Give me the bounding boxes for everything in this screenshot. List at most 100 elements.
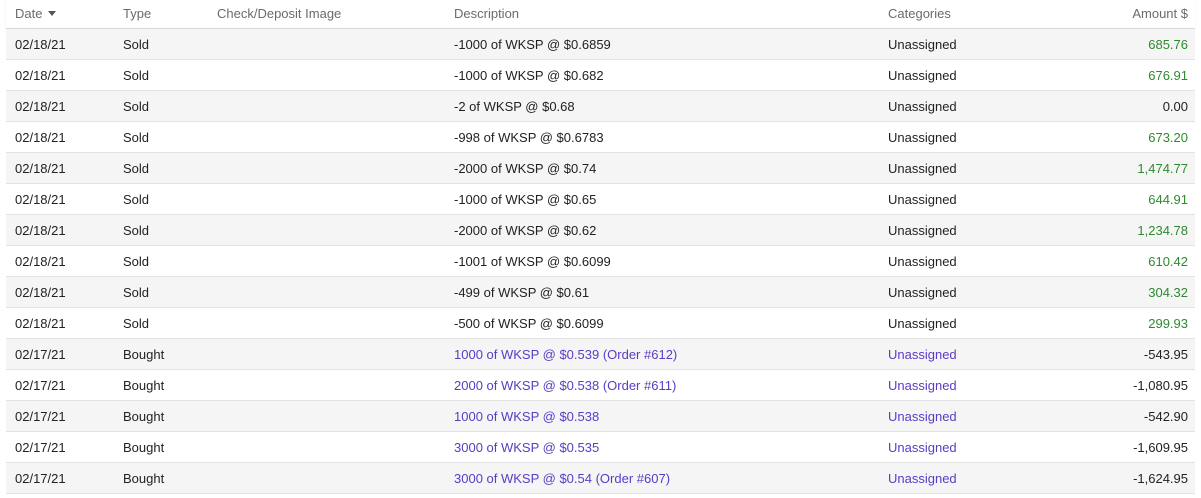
row-description-link[interactable]: 3000 of WKSP @ $0.535: [454, 432, 599, 462]
row-date: 02/18/21: [15, 129, 66, 145]
row-description: -998 of WKSP @ $0.6783: [454, 129, 604, 145]
row-category: Unassigned: [888, 191, 957, 207]
row-type: Sold: [123, 129, 150, 145]
row-amount: -1,624.95: [1133, 470, 1188, 486]
table-row[interactable]: 02/17/21 Bought 3000 of WKSP @ $0.535 Unass…: [6, 432, 1195, 463]
row-description-link[interactable]: 2000 of WKSP @ $0.538 (Order #611): [454, 370, 676, 400]
row-description-link[interactable]: 1000 of WKSP @ $0.539 (Order #612): [454, 339, 677, 369]
row-date: 02/18/21: [15, 222, 66, 238]
row-date: 02/18/21: [15, 36, 66, 52]
row-type: Bought: [123, 470, 165, 486]
row-description: -1000 of WKSP @ $0.65: [454, 191, 597, 207]
column-header-image[interactable]: Check/Deposit Image: [217, 0, 341, 27]
row-amount: -542.90: [1143, 408, 1188, 424]
row-date: 02/18/21: [15, 253, 66, 269]
row-description: -1000 of WKSP @ $0.6859: [454, 36, 611, 52]
row-amount: 1,234.78: [1137, 222, 1188, 238]
table-row[interactable]: 02/18/21 Sold -1000 of WKSP @ $0.682 Unassi…: [6, 60, 1195, 91]
row-date: 02/18/21: [15, 315, 66, 331]
row-description: -1001 of WKSP @ $0.6099: [454, 253, 611, 269]
row-category: Unassigned: [888, 315, 957, 331]
row-date: 02/18/21: [15, 67, 66, 83]
row-type: Bought: [123, 377, 165, 393]
table-body: 02/18/21 Sold -1000 of WKSP @ $0.6859 Unass…: [6, 29, 1195, 494]
table-header: Date Type Check/Deposit Image Descriptio…: [6, 0, 1195, 29]
row-amount: 304.32: [1148, 284, 1188, 300]
row-amount: 1,474.77: [1137, 160, 1188, 176]
row-category-link[interactable]: Unassigned: [888, 463, 957, 493]
row-category-link[interactable]: Unassigned: [888, 339, 957, 369]
row-description-link[interactable]: 3000 of WKSP @ $0.54 (Order #607): [454, 463, 670, 493]
table-row[interactable]: 02/17/21 Bought 2000 of WKSP @ $0.538 (Ord…: [6, 370, 1195, 401]
row-type: Sold: [123, 98, 150, 114]
column-header-type[interactable]: Type: [123, 0, 151, 27]
row-category: Unassigned: [888, 129, 957, 145]
column-header-date-label: Date: [15, 5, 43, 21]
row-category: Unassigned: [888, 98, 957, 114]
table-row[interactable]: 02/18/21 Sold -2 of WKSP @ $0.68 Unassigned…: [6, 91, 1195, 122]
row-amount: -1,609.95: [1133, 439, 1188, 455]
row-amount: 685.76: [1148, 36, 1188, 52]
row-amount: 676.91: [1148, 67, 1188, 83]
row-description: -500 of WKSP @ $0.6099: [454, 315, 604, 331]
table-row[interactable]: 02/18/21 Sold -499 of WKSP @ $0.61 Unassign…: [6, 277, 1195, 308]
row-category: Unassigned: [888, 222, 957, 238]
row-type: Sold: [123, 253, 150, 269]
table-row[interactable]: 02/18/21 Sold -1001 of WKSP @ $0.6099 Unass…: [6, 246, 1195, 277]
row-description: -2000 of WKSP @ $0.62: [454, 222, 597, 238]
row-category: Unassigned: [888, 284, 957, 300]
row-date: 02/17/21: [15, 377, 66, 393]
column-header-date[interactable]: Date: [15, 0, 57, 27]
row-type: Sold: [123, 160, 150, 176]
row-category: Unassigned: [888, 36, 957, 52]
row-category-link[interactable]: Unassigned: [888, 401, 957, 431]
row-category-link[interactable]: Unassigned: [888, 432, 957, 462]
row-type: Sold: [123, 67, 150, 83]
row-category: Unassigned: [888, 253, 957, 269]
row-type: Sold: [123, 284, 150, 300]
row-type: Sold: [123, 315, 150, 331]
row-amount: 299.93: [1148, 315, 1188, 331]
row-description: -1000 of WKSP @ $0.682: [454, 67, 604, 83]
row-amount: 0.00: [1162, 98, 1188, 114]
column-header-amount[interactable]: Amount $: [1132, 0, 1188, 27]
table-row[interactable]: 02/18/21 Sold -2000 of WKSP @ $0.74 Unassig…: [6, 153, 1195, 184]
row-type: Bought: [123, 346, 165, 362]
row-amount: -1,080.95: [1133, 377, 1188, 393]
sort-descending-icon[interactable]: [48, 11, 57, 16]
row-type: Sold: [123, 222, 150, 238]
row-category-link[interactable]: Unassigned: [888, 370, 957, 400]
row-amount: 644.91: [1148, 191, 1188, 207]
row-date: 02/17/21: [15, 346, 66, 362]
table-row[interactable]: 02/18/21 Sold -998 of WKSP @ $0.6783 Unassi…: [6, 122, 1195, 153]
row-description: -499 of WKSP @ $0.61: [454, 284, 590, 300]
table-row[interactable]: 02/18/21 Sold -1000 of WKSP @ $0.65 Unassig…: [6, 184, 1195, 215]
row-amount: -543.95: [1143, 346, 1188, 362]
row-date: 02/18/21: [15, 98, 66, 114]
row-amount: 673.20: [1148, 129, 1188, 145]
row-category: Unassigned: [888, 160, 957, 176]
row-type: Bought: [123, 408, 165, 424]
column-header-description[interactable]: Description: [454, 0, 519, 27]
transactions-table: Date Type Check/Deposit Image Descriptio…: [6, 0, 1195, 494]
row-date: 02/18/21: [15, 160, 66, 176]
row-type: Sold: [123, 191, 150, 207]
table-row[interactable]: 02/17/21 Bought 1000 of WKSP @ $0.538 Unass…: [6, 401, 1195, 432]
row-date: 02/18/21: [15, 284, 66, 300]
table-row[interactable]: 02/17/21 Bought 3000 of WKSP @ $0.54 (Orde…: [6, 463, 1195, 494]
column-header-categories[interactable]: Categories: [888, 0, 951, 27]
table-row[interactable]: 02/17/21 Bought 1000 of WKSP @ $0.539 (Ord…: [6, 339, 1195, 370]
table-row[interactable]: 02/18/21 Sold -2000 of WKSP @ $0.62 Unassig…: [6, 215, 1195, 246]
row-description: -2 of WKSP @ $0.68: [454, 98, 575, 114]
row-date: 02/17/21: [15, 439, 66, 455]
row-description: -2000 of WKSP @ $0.74: [454, 160, 597, 176]
table-row[interactable]: 02/18/21 Sold -500 of WKSP @ $0.6099 Unassi…: [6, 308, 1195, 339]
row-type: Bought: [123, 439, 165, 455]
row-category: Unassigned: [888, 67, 957, 83]
row-date: 02/18/21: [15, 191, 66, 207]
row-date: 02/17/21: [15, 408, 66, 424]
row-amount: 610.42: [1148, 253, 1188, 269]
table-row[interactable]: 02/18/21 Sold -1000 of WKSP @ $0.6859 Unass…: [6, 29, 1195, 60]
row-date: 02/17/21: [15, 470, 66, 486]
row-description-link[interactable]: 1000 of WKSP @ $0.538: [454, 401, 599, 431]
